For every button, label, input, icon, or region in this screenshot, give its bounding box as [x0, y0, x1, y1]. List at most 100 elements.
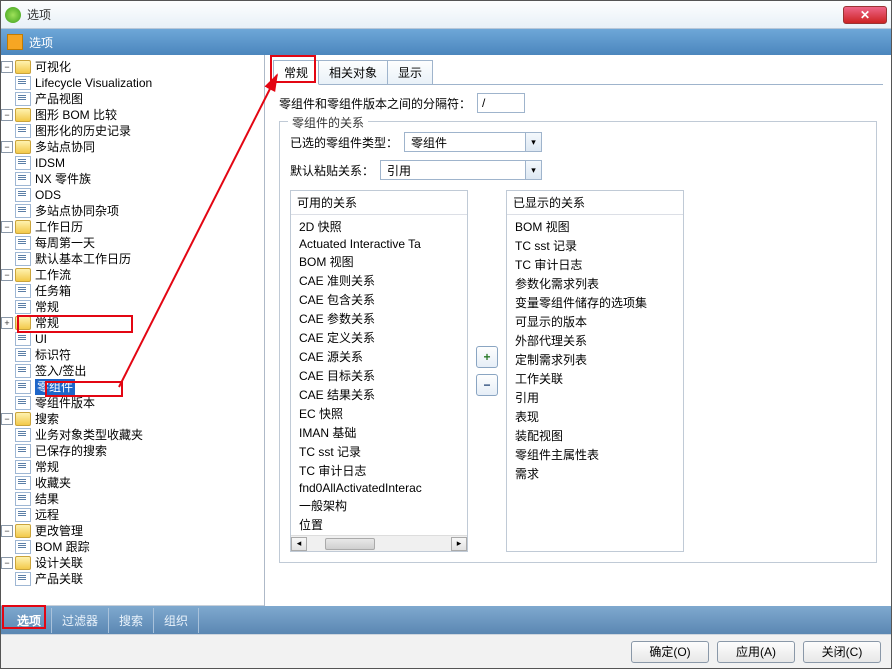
tree-node[interactable]: 工作流 — [35, 267, 71, 283]
expand-icon[interactable]: − — [1, 413, 13, 425]
add-button[interactable]: + — [476, 346, 498, 368]
tree-node[interactable]: 多站点协同杂项 — [35, 203, 119, 219]
tree-node[interactable]: 可视化 — [35, 59, 71, 75]
list-item[interactable]: CAE 参数关系 — [291, 309, 467, 328]
list-item[interactable]: TC 审计日志 — [507, 255, 683, 274]
tree-node[interactable]: 多站点协同 — [35, 139, 95, 155]
list-item[interactable]: CAE 结果关系 — [291, 385, 467, 404]
list-item[interactable]: 表现 — [507, 407, 683, 426]
ok-button[interactable]: 确定(O) — [631, 641, 709, 663]
list-item[interactable]: 工作关联 — [507, 369, 683, 388]
list-item[interactable]: fnd0AllActivatedInterac — [291, 480, 467, 496]
tree-node[interactable]: 标识符 — [35, 347, 71, 363]
tree-node[interactable]: 远程 — [35, 507, 59, 523]
tree-node[interactable]: 任务箱 — [35, 283, 71, 299]
tree-node[interactable]: 图形 BOM 比较 — [35, 107, 117, 123]
list-item[interactable]: 2D 快照 — [291, 217, 467, 236]
tree-node[interactable]: Lifecycle Visualization — [35, 75, 152, 91]
list-item[interactable]: 零组件主属性表 — [507, 445, 683, 464]
type-combo[interactable]: 零组件 ▾ — [404, 132, 542, 152]
expand-icon[interactable]: − — [1, 109, 13, 121]
tree-node-selected[interactable]: 零组件 — [35, 379, 75, 395]
tab-related[interactable]: 相关对象 — [318, 60, 388, 84]
separator-input[interactable] — [477, 93, 525, 113]
expand-icon[interactable]: − — [1, 221, 13, 233]
list-item[interactable]: 参数化需求列表 — [507, 274, 683, 293]
list-item[interactable]: 全局备选件列表 — [291, 534, 467, 535]
list-item[interactable]: EC 快照 — [291, 404, 467, 423]
list-item[interactable]: 引用 — [507, 388, 683, 407]
chevron-down-icon[interactable]: ▾ — [525, 161, 541, 179]
list-item[interactable]: 一般架构 — [291, 496, 467, 515]
list-item[interactable]: CAE 源关系 — [291, 347, 467, 366]
list-item[interactable]: BOM 视图 — [507, 217, 683, 236]
list-item[interactable]: Actuated Interactive Ta — [291, 236, 467, 252]
h-scrollbar[interactable]: ◂▸ — [291, 535, 467, 551]
tree-node[interactable]: NX 零件族 — [35, 171, 91, 187]
list-item[interactable]: CAE 准则关系 — [291, 271, 467, 290]
tree-node[interactable]: 产品视图 — [35, 91, 83, 107]
tree-node[interactable]: 结果 — [35, 491, 59, 507]
list-item[interactable]: 定制需求列表 — [507, 350, 683, 369]
tree-node[interactable]: IDSM — [35, 155, 65, 171]
list-item[interactable]: CAE 包含关系 — [291, 290, 467, 309]
close-button[interactable]: ✕ — [843, 6, 887, 24]
expand-icon[interactable]: − — [1, 525, 13, 537]
list-item[interactable]: TC sst 记录 — [291, 442, 467, 461]
tree-node[interactable]: 常规 — [35, 459, 59, 475]
tree-node[interactable]: 更改管理 — [35, 523, 83, 539]
tree-node[interactable]: 常规 — [35, 299, 59, 315]
tree-node[interactable]: 已保存的搜索 — [35, 443, 107, 459]
close-dialog-button[interactable]: 关闭(C) — [803, 641, 881, 663]
page-icon — [15, 380, 31, 394]
tree-node[interactable]: 零组件版本 — [35, 395, 95, 411]
list-item[interactable]: 变量零组件储存的选项集 — [507, 293, 683, 312]
expand-icon[interactable]: − — [1, 141, 13, 153]
tree-node[interactable]: BOM 跟踪 — [35, 539, 90, 555]
tree-node[interactable]: 收藏夹 — [35, 475, 71, 491]
list-item[interactable]: CAE 定义关系 — [291, 328, 467, 347]
tree-node[interactable]: 业务对象类型收藏夹 — [35, 427, 143, 443]
list-item[interactable]: CAE 目标关系 — [291, 366, 467, 385]
bottom-tab-search[interactable]: 搜索 — [109, 608, 154, 633]
tab-display[interactable]: 显示 — [387, 60, 433, 84]
tree-node[interactable]: 图形化的历史记录 — [35, 123, 131, 139]
list-item[interactable]: 位置 — [291, 515, 467, 534]
expand-icon[interactable]: − — [1, 61, 13, 73]
available-items[interactable]: 2D 快照Actuated Interactive TaBOM 视图CAE 准则… — [291, 214, 467, 535]
remove-button[interactable]: − — [476, 374, 498, 396]
tree-node[interactable]: 每周第一天 — [35, 235, 95, 251]
tree-node[interactable]: 搜索 — [35, 411, 59, 427]
available-list[interactable]: 可用的关系 2D 快照Actuated Interactive TaBOM 视图… — [290, 190, 468, 552]
list-item[interactable]: IMAN 基础 — [291, 423, 467, 442]
tree-node[interactable]: 产品关联 — [35, 571, 83, 587]
tree-node-general[interactable]: 常规 — [35, 315, 59, 331]
header-band: 选项 — [1, 29, 891, 55]
tree-node[interactable]: 默认基本工作日历 — [35, 251, 131, 267]
tab-general[interactable]: 常规 — [273, 60, 319, 85]
bottom-tab-options[interactable]: 选项 — [7, 608, 52, 633]
tree-node[interactable]: 设计关联 — [35, 555, 83, 571]
separator-label: 零组件和零组件版本之间的分隔符： — [279, 95, 471, 112]
list-item[interactable]: 外部代理关系 — [507, 331, 683, 350]
list-item[interactable]: 可显示的版本 — [507, 312, 683, 331]
expand-icon[interactable]: − — [1, 557, 13, 569]
list-item[interactable]: BOM 视图 — [291, 252, 467, 271]
expand-icon[interactable]: − — [1, 269, 13, 281]
list-item[interactable]: 装配视图 — [507, 426, 683, 445]
expand-icon[interactable]: + — [1, 317, 13, 329]
tree-node[interactable]: UI — [35, 331, 47, 347]
apply-button[interactable]: 应用(A) — [717, 641, 795, 663]
chevron-down-icon[interactable]: ▾ — [525, 133, 541, 151]
displayed-items[interactable]: BOM 视图TC sst 记录TC 审计日志参数化需求列表变量零组件储存的选项集… — [507, 214, 683, 551]
tree-node[interactable]: ODS — [35, 187, 61, 203]
tree-node[interactable]: 工作日历 — [35, 219, 83, 235]
paste-combo[interactable]: 引用 ▾ — [380, 160, 542, 180]
list-item[interactable]: TC sst 记录 — [507, 236, 683, 255]
list-item[interactable]: 需求 — [507, 464, 683, 483]
bottom-tab-filters[interactable]: 过滤器 — [52, 608, 109, 633]
displayed-list[interactable]: 已显示的关系 BOM 视图TC sst 记录TC 审计日志参数化需求列表变量零组… — [506, 190, 684, 552]
tree-node[interactable]: 签入/签出 — [35, 363, 86, 379]
bottom-tab-org[interactable]: 组织 — [154, 608, 199, 633]
list-item[interactable]: TC 审计日志 — [291, 461, 467, 480]
